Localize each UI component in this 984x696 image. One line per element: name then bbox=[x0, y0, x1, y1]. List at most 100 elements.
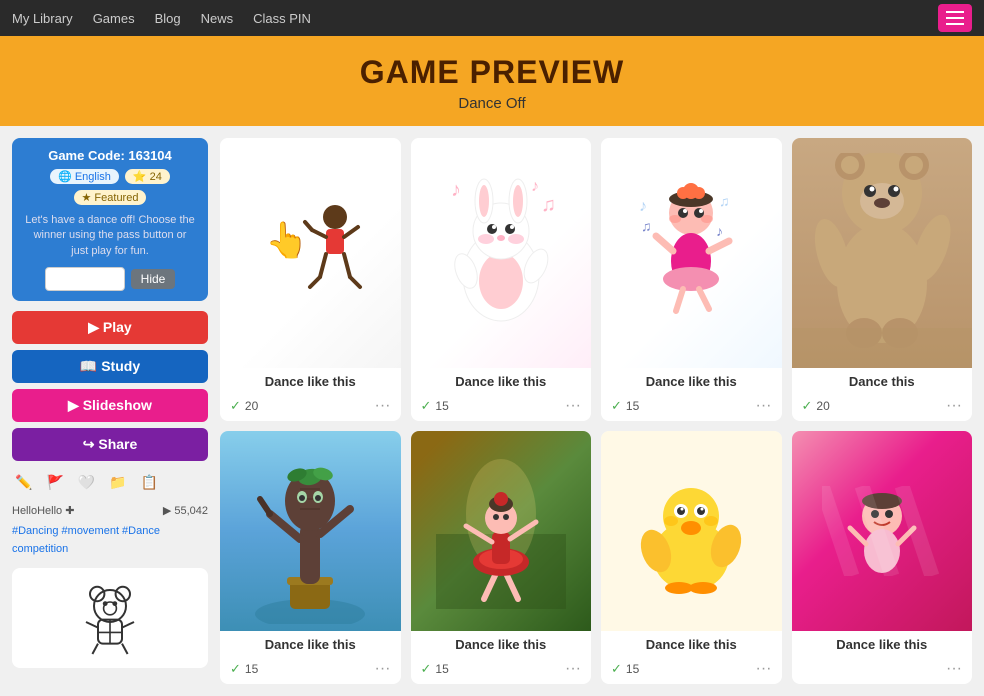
heart-icon-button[interactable]: 🤍 bbox=[75, 471, 98, 494]
card-8-options[interactable]: ··· bbox=[946, 660, 962, 678]
card-7[interactable]: Dance like this ✓ 15 ··· bbox=[601, 431, 782, 684]
svg-text:♫: ♫ bbox=[641, 218, 652, 234]
card-3-image: ♪ ♫ bbox=[601, 138, 782, 368]
vote-check-icon-3: ✓ bbox=[611, 398, 622, 414]
card-1-image: 👆 bbox=[220, 138, 401, 368]
card-5-options[interactable]: ··· bbox=[375, 660, 391, 678]
edit-icon-button[interactable]: ✏️ bbox=[12, 471, 35, 494]
sidebar: Game Code: 163104 🌐 English ⭐ 24 ★ Featu… bbox=[12, 138, 208, 684]
groot-svg bbox=[245, 439, 375, 624]
page-title: Game Preview bbox=[0, 54, 984, 91]
card-6-votes: ✓ 15 bbox=[421, 661, 449, 677]
card-8-footer: ··· bbox=[792, 656, 973, 684]
card-4-label: Dance this bbox=[792, 368, 973, 393]
card-1-footer: ✓ 20 ··· bbox=[220, 393, 401, 421]
game-code-box: Game Code: 163104 🌐 English ⭐ 24 ★ Featu… bbox=[12, 138, 208, 301]
card-4[interactable]: Dance this ✓ 20 ··· bbox=[792, 138, 973, 421]
vote-check-icon: ✓ bbox=[230, 398, 241, 414]
card-5-image bbox=[220, 431, 401, 631]
card-3-votes: ✓ 15 bbox=[611, 398, 639, 414]
card-5-votes: ✓ 15 bbox=[230, 661, 258, 677]
card-2[interactable]: ♪ ♪ ♫ bbox=[411, 138, 592, 421]
card-2-footer: ✓ 15 ··· bbox=[411, 393, 592, 421]
card-8-image bbox=[792, 431, 973, 631]
navbar: My Library Games Blog News Class PIN bbox=[0, 0, 984, 36]
svg-text:♪: ♪ bbox=[639, 198, 647, 215]
card-3[interactable]: ♪ ♫ bbox=[601, 138, 782, 421]
card-1-label: Dance like this bbox=[220, 368, 401, 393]
cards-grid: 👆 Dance like this bbox=[220, 138, 972, 684]
icon-toolbar: ✏️ 🚩 🤍 📁 📋 bbox=[12, 471, 208, 494]
nav-blog[interactable]: Blog bbox=[155, 11, 181, 26]
card-3-footer: ✓ 15 ··· bbox=[601, 393, 782, 421]
nav-news[interactable]: News bbox=[201, 11, 234, 26]
cartoon-char-svg bbox=[822, 486, 942, 576]
vote-check-icon-6: ✓ bbox=[421, 661, 432, 677]
badge-count: ⭐ 24 bbox=[125, 169, 170, 184]
ballerina-svg bbox=[436, 454, 566, 609]
card-6-options[interactable]: ··· bbox=[565, 660, 581, 678]
card-7-image bbox=[601, 431, 782, 631]
card-2-options[interactable]: ··· bbox=[565, 397, 581, 415]
gc-hide-row: Hide bbox=[24, 267, 196, 291]
menu-line-3 bbox=[946, 23, 964, 25]
hide-input[interactable] bbox=[45, 267, 125, 291]
card-5-label: Dance like this bbox=[220, 631, 401, 656]
user-info: HelloHello ✚ ▶ 55,042 bbox=[12, 504, 208, 517]
card-2-image: ♪ ♪ ♫ bbox=[411, 138, 592, 368]
card-6-footer: ✓ 15 ··· bbox=[411, 656, 592, 684]
copy-icon-button[interactable]: 📋 bbox=[138, 471, 161, 494]
sidebar-preview-card bbox=[12, 568, 208, 668]
study-button[interactable]: 📖 Study bbox=[12, 350, 208, 383]
card-1-votes: ✓ 20 bbox=[230, 398, 258, 414]
nav-games[interactable]: Games bbox=[93, 11, 135, 26]
card-8-label: Dance like this bbox=[792, 631, 973, 656]
folder-icon-button[interactable]: 📁 bbox=[106, 471, 129, 494]
user-name: HelloHello ✚ bbox=[12, 504, 74, 517]
card-2-votes: ✓ 15 bbox=[421, 398, 449, 414]
slideshow-button[interactable]: ▶ Slideshow bbox=[12, 389, 208, 422]
action-buttons: ▶ Play 📖 Study ▶ Slideshow ↪ Share bbox=[12, 311, 208, 461]
vote-check-icon-2: ✓ bbox=[421, 398, 432, 414]
card-1-options[interactable]: ··· bbox=[375, 397, 391, 415]
card-4-options[interactable]: ··· bbox=[946, 397, 962, 415]
card-4-image bbox=[792, 138, 973, 368]
card-8[interactable]: Dance like this ··· bbox=[792, 431, 973, 684]
svg-text:♪: ♪ bbox=[531, 178, 539, 195]
nav-my-library[interactable]: My Library bbox=[12, 11, 73, 26]
card-7-footer: ✓ 15 ··· bbox=[601, 656, 782, 684]
bunny-svg: ♪ ♪ ♫ bbox=[436, 171, 566, 331]
tags: #Dancing #movement #Dance competition bbox=[12, 523, 208, 558]
svg-text:♫: ♫ bbox=[719, 193, 730, 209]
play-count: ▶ 55,042 bbox=[163, 504, 208, 517]
card-4-votes: ✓ 20 bbox=[802, 398, 830, 414]
card-7-options[interactable]: ··· bbox=[756, 660, 772, 678]
card-1[interactable]: 👆 Dance like this bbox=[220, 138, 401, 421]
vote-check-icon-4: ✓ bbox=[802, 398, 813, 414]
bear-costume-svg bbox=[812, 153, 952, 353]
page-subtitle: Dance Off bbox=[0, 95, 984, 112]
card-3-label: Dance like this bbox=[601, 368, 782, 393]
card-6[interactable]: Dance like this ✓ 15 ··· bbox=[411, 431, 592, 684]
card-6-label: Dance like this bbox=[411, 631, 592, 656]
badge-featured: ★ Featured bbox=[74, 190, 147, 205]
card-7-label: Dance like this bbox=[601, 631, 782, 656]
nav-class-pin[interactable]: Class PIN bbox=[253, 11, 311, 26]
svg-text:♪: ♪ bbox=[716, 223, 723, 239]
menu-line-2 bbox=[946, 17, 964, 19]
baby-girl-svg: ♪ ♫ bbox=[631, 181, 751, 321]
gc-description: Let's have a dance off! Choose the winne… bbox=[24, 213, 196, 259]
hide-button[interactable]: Hide bbox=[131, 269, 176, 289]
dancing-kid-svg: 👆 bbox=[250, 192, 370, 312]
bear-drawing-icon bbox=[70, 578, 150, 658]
card-3-options[interactable]: ··· bbox=[756, 397, 772, 415]
badge-english: 🌐 English bbox=[50, 169, 119, 184]
menu-button[interactable] bbox=[938, 4, 972, 32]
share-button[interactable]: ↪ Share bbox=[12, 428, 208, 461]
game-code-title: Game Code: 163104 bbox=[24, 148, 196, 163]
card-5-footer: ✓ 15 ··· bbox=[220, 656, 401, 684]
svg-text:👆: 👆 bbox=[265, 220, 309, 260]
flag-icon-button[interactable]: 🚩 bbox=[43, 471, 66, 494]
play-button[interactable]: ▶ Play bbox=[12, 311, 208, 344]
card-5[interactable]: Dance like this ✓ 15 ··· bbox=[220, 431, 401, 684]
